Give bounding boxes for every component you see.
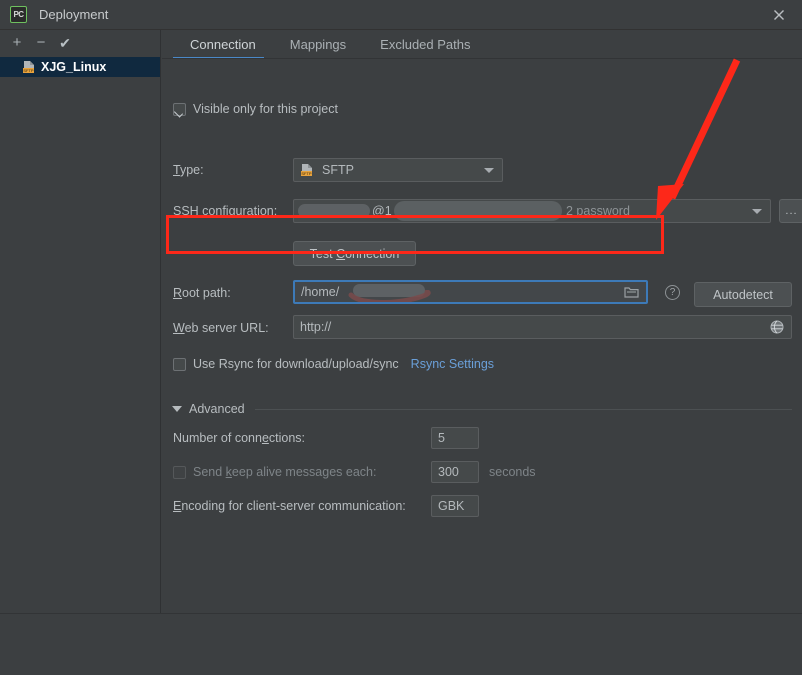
sftp-icon: SFTP [300,163,316,177]
keep-alive-unit-label: seconds [489,465,536,479]
root-path-label-wrap: Root path: [173,286,231,300]
set-default-button[interactable]: ✔ [54,32,76,53]
web-server-url-label-wrap: Web server URL: [173,321,269,335]
encoding-label: Encoding for client-server communication… [173,499,406,513]
root-path-value: /home/ [301,285,340,299]
ssh-config-browse-button[interactable]: ... [779,199,802,223]
chevron-down-icon [172,406,182,412]
svg-text:SFTP: SFTP [301,171,312,176]
chevron-down-icon [484,168,494,173]
sidebar-item-label: XJG_Linux [41,60,107,74]
test-connection-label: Test Connection [309,246,400,261]
rsync-settings-link[interactable]: Rsync Settings [411,357,494,371]
num-connections-label: Number of connections: [173,431,306,445]
remove-button[interactable]: − [30,32,52,53]
advanced-section-header[interactable]: Advanced [172,402,792,416]
dialog-footer: ? OK Cancel CSDN@丁大方_DDL [0,614,802,675]
web-server-url-value: http:// [300,320,332,334]
tabbar-divider [162,58,802,59]
connection-panel: Connection Mappings Excluded Paths Visib… [162,30,802,613]
ssh-config-value-tail: 2 password [566,204,630,218]
redaction-blob [394,201,562,221]
ssh-config-label: SSH configuration: [173,204,278,218]
keep-alive-checkbox[interactable] [173,465,186,479]
encoding-combobox[interactable]: GBK [431,495,479,517]
num-connections-label-wrap: Number of connections: [173,431,305,445]
app-logo-icon: PC [10,6,27,23]
keep-alive-row[interactable]: Send keep alive messages each: [173,465,376,479]
globe-icon[interactable] [770,320,784,337]
sidebar-toolbar: + − ✔ [0,30,160,55]
visible-only-row[interactable]: Visible only for this project [173,102,338,116]
section-divider [254,408,792,410]
close-button[interactable] [756,0,802,29]
keep-alive-label: Send keep alive messages each: [193,465,377,479]
visible-only-label: Visible only for this project [193,102,338,116]
deployment-dialog: PC Deployment + − ✔ SFTP XJG_Linux Conne… [0,0,802,675]
servers-sidebar: + − ✔ SFTP XJG_Linux [0,30,161,613]
encoding-label-wrap: Encoding for client-server communication… [173,499,406,513]
tab-connection[interactable]: Connection [173,30,273,58]
tab-mappings[interactable]: Mappings [273,30,363,58]
keep-alive-input[interactable]: 300 [431,461,479,483]
test-connection-button[interactable]: Test Connection [293,241,416,266]
visible-only-checkbox[interactable] [173,102,186,116]
tab-excluded-paths[interactable]: Excluded Paths [363,30,487,58]
type-label-wrap: Type: [173,163,204,177]
type-label: Type: [173,163,204,177]
root-path-input[interactable]: /home/ [293,280,648,304]
add-button[interactable]: + [6,32,28,53]
title-bar: PC Deployment [0,0,802,29]
rsync-row[interactable]: Use Rsync for download/upload/sync Rsync… [173,357,494,371]
tab-bar: Connection Mappings Excluded Paths [162,30,802,59]
ssh-config-combobox[interactable]: @1 2 password [293,199,771,223]
web-server-url-label: Web server URL: [173,321,269,335]
root-path-help-icon[interactable]: ? [665,285,680,300]
redaction-blob [298,204,370,218]
type-value: SFTP [322,163,354,177]
window-title: Deployment [39,7,109,22]
rsync-label: Use Rsync for download/upload/sync [193,357,399,371]
chevron-down-icon [752,209,762,214]
server-tree: SFTP XJG_Linux [0,57,160,77]
ssh-config-value: @1 [372,204,392,218]
type-combobox[interactable]: SFTP SFTP [293,158,503,182]
sftp-server-icon: SFTP [22,60,36,74]
num-connections-input[interactable]: 5 [431,427,479,449]
rsync-checkbox[interactable] [173,357,186,371]
advanced-label: Advanced [189,402,245,416]
folder-icon[interactable] [624,286,639,301]
autodetect-button[interactable]: Autodetect [694,282,792,307]
redaction-scribble [348,290,431,302]
close-icon [774,9,784,20]
web-server-url-input[interactable]: http:// [293,315,792,339]
svg-text:SFTP: SFTP [23,68,34,73]
sidebar-item-xjg-linux[interactable]: SFTP XJG_Linux [0,57,160,77]
root-path-label: Root path: [173,286,231,300]
ssh-config-label-wrap: SSH configuration: [173,204,277,218]
